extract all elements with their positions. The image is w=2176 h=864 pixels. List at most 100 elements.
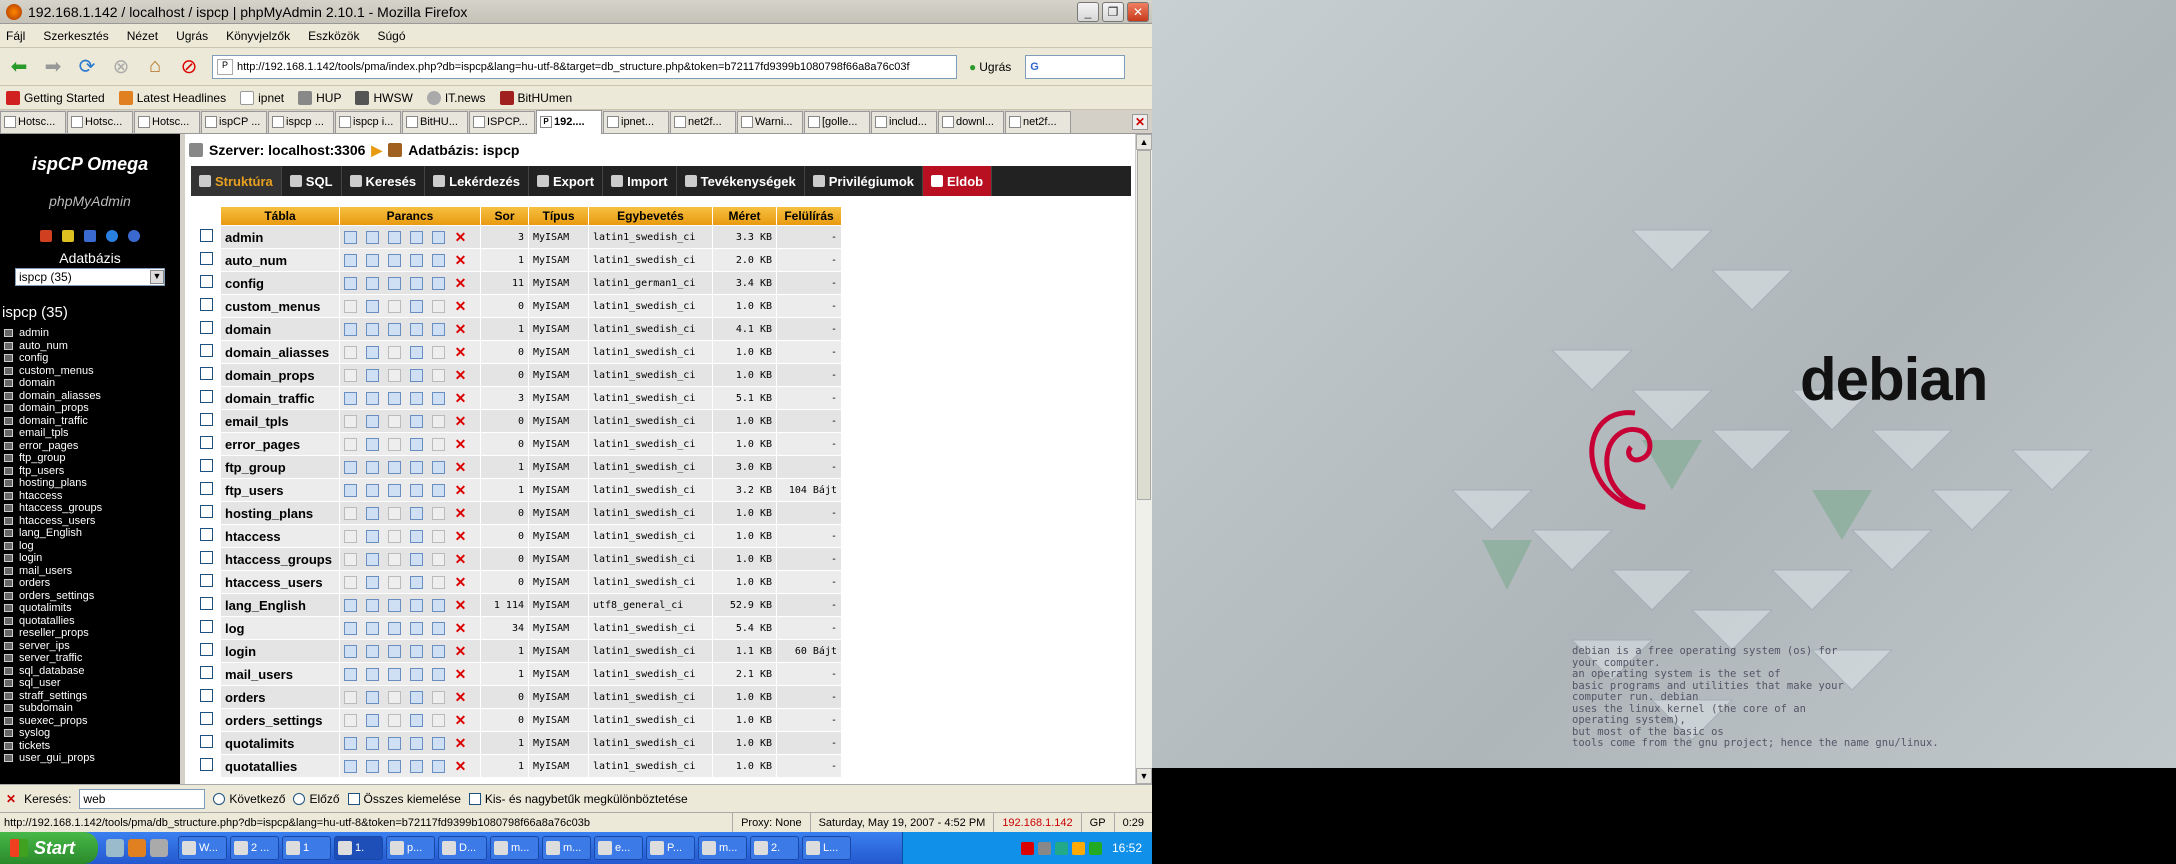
search-icon[interactable]	[388, 667, 401, 681]
insert-icon[interactable]	[410, 667, 423, 681]
sidebar-table-item[interactable]: login	[4, 552, 180, 565]
structure-icon[interactable]	[366, 230, 379, 244]
structure-icon[interactable]	[366, 690, 379, 704]
table-name[interactable]: lang_English	[221, 594, 339, 616]
search-icon[interactable]	[388, 529, 401, 543]
tab-sql[interactable]: SQL	[282, 166, 342, 196]
drop-icon[interactable]: ✕	[454, 644, 467, 658]
sidebar-table-item[interactable]: syslog	[4, 727, 180, 740]
taskbar-button[interactable]: m...	[490, 836, 539, 860]
row-checkbox[interactable]	[199, 666, 213, 679]
drop-icon[interactable]: ✕	[454, 299, 467, 313]
search-icon[interactable]	[388, 759, 401, 773]
browser-tab[interactable]: [golle...	[804, 110, 870, 133]
browse-icon[interactable]	[344, 598, 357, 612]
browse-icon[interactable]	[344, 483, 357, 497]
drop-icon[interactable]: ✕	[454, 483, 467, 497]
sidebar-table-item[interactable]: user_gui_props	[4, 752, 180, 765]
drop-icon[interactable]: ✕	[454, 690, 467, 704]
insert-icon[interactable]	[410, 253, 423, 267]
table-icon[interactable]	[4, 354, 13, 363]
row-checkbox[interactable]	[199, 459, 213, 472]
empty-icon[interactable]	[432, 598, 445, 612]
table-icon[interactable]	[4, 429, 13, 438]
browser-tab[interactable]: downl...	[938, 110, 1004, 133]
sidebar-table-item[interactable]: quotalimits	[4, 602, 180, 615]
sidebar-table-item[interactable]: lang_English	[4, 527, 180, 540]
drop-icon[interactable]: ✕	[454, 529, 467, 543]
browser-tab[interactable]: ISPCP...	[469, 110, 535, 133]
search-icon[interactable]	[388, 575, 401, 589]
menu-help[interactable]: Súgó	[377, 29, 405, 43]
empty-icon[interactable]	[432, 253, 445, 267]
home-icon[interactable]: ⌂	[140, 52, 170, 82]
taskbar-button[interactable]: P...	[646, 836, 695, 860]
empty-icon[interactable]	[432, 230, 445, 244]
table-icon[interactable]	[4, 504, 13, 513]
row-checkbox[interactable]	[199, 367, 213, 380]
structure-icon[interactable]	[366, 713, 379, 727]
browse-icon[interactable]	[344, 529, 357, 543]
search-icon[interactable]	[388, 736, 401, 750]
match-case-checkbox[interactable]: Kis- és nagybetűk megkülönböztetése	[468, 792, 688, 806]
table-icon[interactable]	[4, 541, 13, 550]
row-checkbox[interactable]	[199, 482, 213, 495]
browse-icon[interactable]	[344, 391, 357, 405]
empty-icon[interactable]	[432, 276, 445, 290]
empty-icon[interactable]	[432, 437, 445, 451]
browse-icon[interactable]	[344, 414, 357, 428]
search-icon[interactable]	[388, 414, 401, 428]
drop-icon[interactable]: ✕	[454, 230, 467, 244]
row-checkbox[interactable]	[199, 643, 213, 656]
insert-icon[interactable]	[410, 575, 423, 589]
drop-icon[interactable]: ✕	[454, 253, 467, 267]
taskbar-button[interactable]: 2 ...	[230, 836, 279, 860]
search-icon[interactable]	[388, 253, 401, 267]
table-icon[interactable]	[4, 529, 13, 538]
structure-icon[interactable]	[366, 552, 379, 566]
table-icon[interactable]	[4, 416, 13, 425]
sidebar-table-item[interactable]: straff_settings	[4, 690, 180, 703]
tab-drop[interactable]: Eldob	[923, 166, 993, 196]
database-heading[interactable]: ispcp (35)	[2, 304, 180, 321]
tab-search[interactable]: Keresés	[342, 166, 426, 196]
structure-icon[interactable]	[366, 368, 379, 382]
find-next-button[interactable]: Következő	[213, 792, 285, 806]
row-checkbox[interactable]	[199, 574, 213, 587]
taskbar-button[interactable]: 2.	[750, 836, 799, 860]
database-select[interactable]: ispcp (35) ▼	[15, 268, 165, 286]
row-checkbox[interactable]	[199, 298, 213, 311]
sidebar-table-item[interactable]: domain	[4, 377, 180, 390]
sidebar-table-item[interactable]: suexec_props	[4, 715, 180, 728]
highlight-all-checkbox[interactable]: Összes kiemelése	[347, 792, 461, 806]
empty-icon[interactable]	[432, 529, 445, 543]
structure-icon[interactable]	[366, 667, 379, 681]
table-icon[interactable]	[4, 629, 13, 638]
tab-operations[interactable]: Tevékenységek	[677, 166, 805, 196]
drop-icon[interactable]: ✕	[454, 713, 467, 727]
browse-icon[interactable]	[344, 345, 357, 359]
sidebar-table-item[interactable]: sql_user	[4, 677, 180, 690]
structure-icon[interactable]	[366, 529, 379, 543]
table-icon[interactable]	[4, 341, 13, 350]
table-name[interactable]: quotatallies	[221, 755, 339, 777]
browse-icon[interactable]	[344, 276, 357, 290]
table-name[interactable]: domain_traffic	[221, 387, 339, 409]
insert-icon[interactable]	[410, 322, 423, 336]
sidebar-table-item[interactable]: config	[4, 352, 180, 365]
proxy-status[interactable]: Proxy: None	[732, 812, 810, 832]
structure-icon[interactable]	[366, 299, 379, 313]
insert-icon[interactable]	[410, 759, 423, 773]
empty-icon[interactable]	[432, 690, 445, 704]
insert-icon[interactable]	[410, 299, 423, 313]
structure-icon[interactable]	[366, 575, 379, 589]
structure-icon[interactable]	[366, 598, 379, 612]
table-name[interactable]: custom_menus	[221, 295, 339, 317]
empty-icon[interactable]	[432, 736, 445, 750]
browse-icon[interactable]	[344, 667, 357, 681]
sidebar-table-item[interactable]: ftp_group	[4, 452, 180, 465]
browse-icon[interactable]	[344, 322, 357, 336]
row-checkbox[interactable]	[199, 620, 213, 633]
close-button[interactable]: ✕	[1127, 1, 1149, 22]
insert-icon[interactable]	[410, 644, 423, 658]
